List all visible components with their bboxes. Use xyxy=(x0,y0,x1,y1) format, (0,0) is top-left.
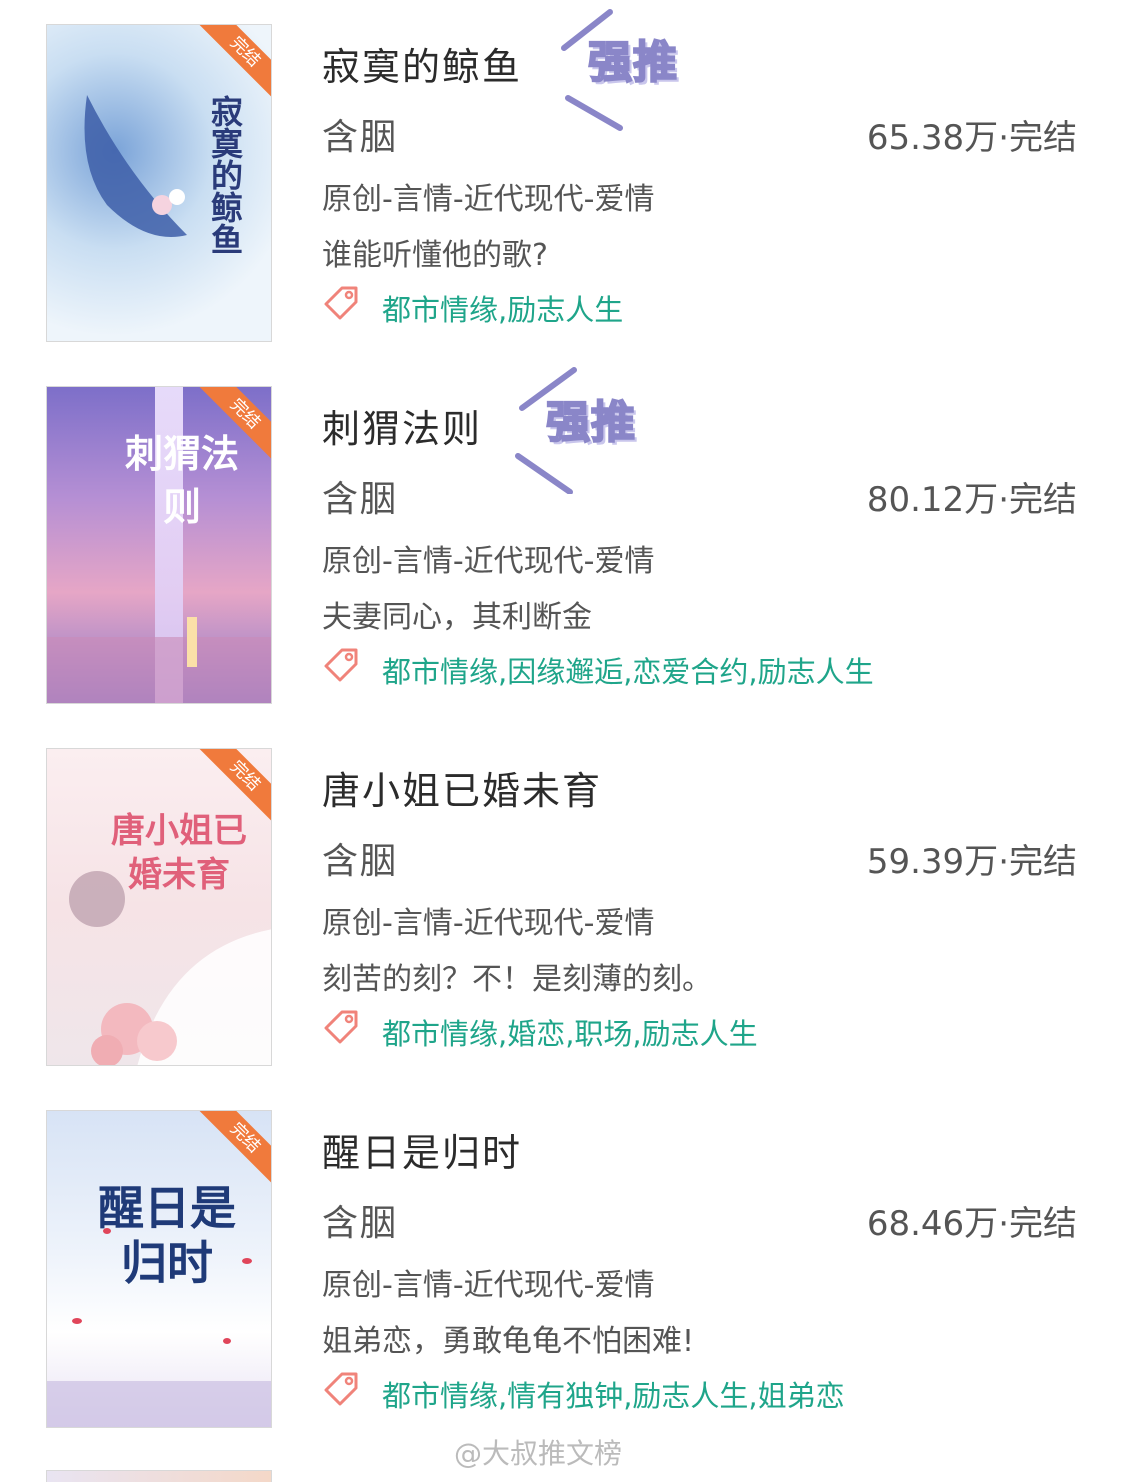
book-category: 原创-言情-近代现代-爱情 xyxy=(322,544,655,579)
book-cover[interactable]: 刺猬法则 完结 xyxy=(46,386,272,704)
book-item[interactable]: 醒日是归时 完结 醒日是归时 含胭 68.46万·完结 原创-言情-近代现代-爱… xyxy=(0,1086,1125,1448)
word-count: 68.46万 xyxy=(866,1204,999,1244)
watermark: @大叔推文榜 xyxy=(454,1437,623,1470)
book-author[interactable]: 含胭 xyxy=(322,832,398,884)
book-status: 完结 xyxy=(1009,118,1077,158)
book-title[interactable]: 寂寞的鲸鱼 xyxy=(322,36,522,91)
book-status: 完结 xyxy=(1009,480,1077,520)
book-status: 完结 xyxy=(1009,842,1077,882)
book-tagline: 谁能听懂他的歌? xyxy=(322,238,548,273)
book-cover[interactable]: 寂寞的鲸鱼 完结 xyxy=(46,24,272,342)
recommend-label: 强推 xyxy=(587,36,678,89)
word-count: 80.12万 xyxy=(866,480,999,520)
book-tagline: 夫妻同心，其利断金 xyxy=(322,600,592,635)
stat-separator: · xyxy=(998,1204,1009,1244)
recommend-label: 强推 xyxy=(545,396,636,449)
book-cover[interactable]: 醒日是归时 完结 xyxy=(46,1110,272,1428)
cover-title: 唐小姐已婚未育 xyxy=(111,811,247,896)
word-count: 59.39万 xyxy=(866,842,999,882)
book-stats: 68.46万·完结 xyxy=(867,1196,1077,1245)
book-tags[interactable]: 都市情缘,励志人生 xyxy=(382,287,623,329)
book-author[interactable]: 含胭 xyxy=(322,108,398,160)
book-status: 完结 xyxy=(1009,1204,1077,1244)
book-stats: 59.39万·完结 xyxy=(867,834,1077,883)
tag-icon xyxy=(324,1372,358,1406)
cover-title: 寂寞的鲸鱼 xyxy=(206,95,244,255)
book-title[interactable]: 刺猬法则 xyxy=(322,398,482,453)
stat-separator: · xyxy=(998,118,1009,158)
book-title[interactable]: 醒日是归时 xyxy=(322,1122,522,1177)
book-item[interactable]: 唐小姐已婚未育 完结 唐小姐已婚未育 含胭 59.39万·完结 原创-言情-近代… xyxy=(0,724,1125,1086)
book-item[interactable]: 寂寞的鲸鱼 完结 寂寞的鲸鱼 强推 含胭 65.38万·完结 原创-言情-近代现… xyxy=(0,0,1125,362)
book-stats: 80.12万·完结 xyxy=(867,472,1077,521)
recommend-sticker: 强推 xyxy=(556,4,726,134)
tag-icon xyxy=(324,1010,358,1044)
word-count: 65.38万 xyxy=(866,118,999,158)
book-author[interactable]: 含胭 xyxy=(322,470,398,522)
book-tagline: 姐弟恋，勇敢龟龟不怕困难! xyxy=(322,1324,695,1359)
stat-separator: · xyxy=(998,480,1009,520)
tag-icon xyxy=(324,286,358,320)
floral-illustration xyxy=(69,871,271,1065)
book-author[interactable]: 含胭 xyxy=(322,1194,398,1246)
book-tags[interactable]: 都市情缘,情有独钟,励志人生,姐弟恋 xyxy=(382,1373,845,1415)
book-stats: 65.38万·完结 xyxy=(867,110,1077,159)
book-item[interactable]: 刺猬法则 完结 刺猬法则 强推 含胭 80.12万·完结 原创-言情-近代现代-… xyxy=(0,362,1125,724)
cover-title: 刺猬法则 xyxy=(124,431,239,530)
book-cover[interactable]: 唐小姐已婚未育 完结 xyxy=(46,748,272,1066)
book-category: 原创-言情-近代现代-爱情 xyxy=(322,182,655,217)
stat-separator: · xyxy=(998,842,1009,882)
book-category: 原创-言情-近代现代-爱情 xyxy=(322,1268,655,1303)
whale-illustration xyxy=(84,95,187,237)
sea-illustration xyxy=(47,617,271,703)
tag-icon xyxy=(324,648,358,682)
next-book-cover-peek xyxy=(46,1470,272,1482)
book-category: 原创-言情-近代现代-爱情 xyxy=(322,906,655,941)
cover-title: 醒日是归时 xyxy=(98,1181,236,1291)
book-tags[interactable]: 都市情缘,婚恋,职场,励志人生 xyxy=(382,1011,758,1053)
recommend-sticker: 强推 xyxy=(514,364,684,494)
book-tagline: 刻苦的刻？不！是刻薄的刻。 xyxy=(322,962,712,997)
book-tags[interactable]: 都市情缘,因缘邂逅,恋爱合约,励志人生 xyxy=(382,649,874,691)
book-title[interactable]: 唐小姐已婚未育 xyxy=(322,760,602,815)
